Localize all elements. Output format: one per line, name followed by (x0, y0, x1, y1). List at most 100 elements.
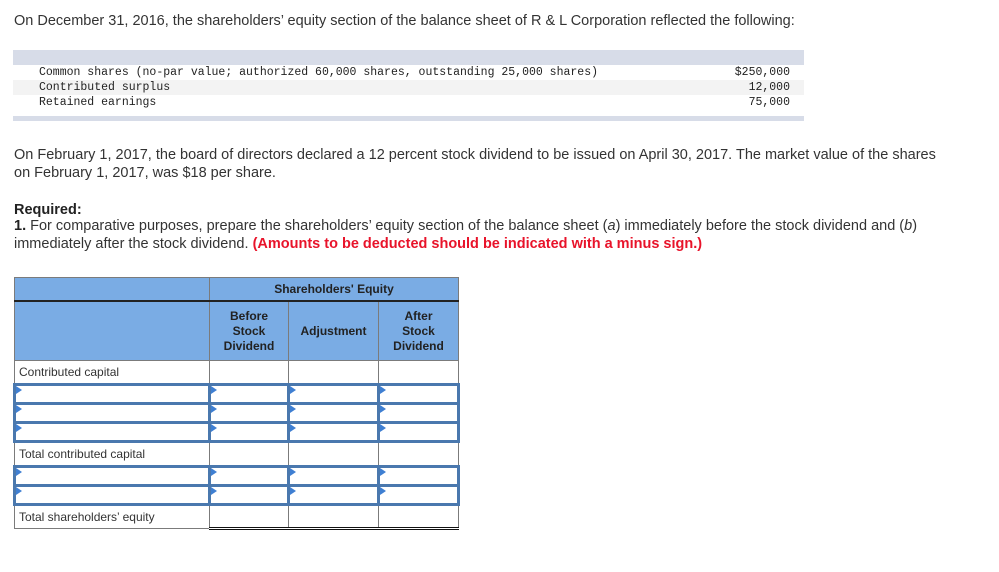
dropdown-marker-icon (16, 405, 22, 413)
before-amount-input[interactable] (211, 468, 287, 484)
after-amount-input[interactable] (380, 386, 457, 402)
part-b: b (904, 218, 913, 234)
table-row (13, 402, 460, 424)
adjustment-amount-cell[interactable] (287, 421, 380, 443)
input-marker-icon (380, 405, 386, 413)
after-amount-input[interactable] (380, 468, 457, 484)
after-amount-input[interactable] (380, 405, 457, 421)
table-bottom-band (13, 116, 804, 121)
dropdown-marker-icon (16, 424, 22, 432)
account-dropdown[interactable] (13, 421, 211, 443)
input-marker-icon (211, 487, 217, 495)
before-amount-input[interactable] (211, 424, 287, 440)
account-dropdown[interactable] (13, 402, 211, 424)
col-header-after: After Stock Dividend (378, 300, 459, 361)
adjustment-amount-cell[interactable] (287, 383, 380, 405)
group-header: Shareholders' Equity (209, 277, 459, 302)
intro-text: On December 31, 2016, the shareholders’ … (14, 13, 795, 29)
input-marker-icon (290, 405, 296, 413)
input-marker-icon (211, 405, 217, 413)
adjustment-amount-input[interactable] (290, 487, 377, 503)
before-amount-cell[interactable] (208, 465, 290, 487)
account-input[interactable] (16, 424, 208, 440)
input-marker-icon (290, 386, 296, 394)
account-input[interactable] (16, 405, 208, 421)
total-cell (209, 440, 289, 467)
question-text: For comparative purposes, prepare the sh… (26, 218, 608, 234)
row-label-total-contributed-capital: Total contributed capital (14, 441, 210, 467)
adjustment-amount-cell[interactable] (287, 484, 380, 506)
adjustment-amount-input[interactable] (290, 468, 377, 484)
dropdown-marker-icon (16, 487, 22, 495)
input-marker-icon (290, 468, 296, 476)
account-dropdown[interactable] (13, 465, 211, 487)
given-row-label: Common shares (no-par value; authorized … (39, 66, 598, 79)
adjustment-amount-input[interactable] (290, 424, 377, 440)
empty-cell (288, 360, 379, 385)
equity-worksheet: Shareholders' Equity Before Stock Divide… (13, 277, 460, 530)
label-header-blank (14, 277, 210, 302)
table-row: Contributed capital (14, 360, 459, 385)
table-row: Total shareholders’ equity (14, 503, 459, 530)
input-marker-icon (380, 424, 386, 432)
input-marker-icon (211, 386, 217, 394)
after-amount-cell[interactable] (377, 484, 460, 506)
question-text: ) immediately before the stock dividend … (615, 218, 905, 234)
input-marker-icon (290, 424, 296, 432)
before-amount-input[interactable] (211, 487, 287, 503)
before-amount-input[interactable] (211, 405, 287, 421)
total-cell (378, 503, 459, 530)
row-label-total-shareholders-equity: Total shareholders’ equity (14, 504, 210, 529)
after-amount-cell[interactable] (377, 402, 460, 424)
given-row-label: Retained earnings (39, 96, 157, 109)
adjustment-amount-input[interactable] (290, 405, 377, 421)
total-cell (288, 503, 379, 530)
account-dropdown[interactable] (13, 484, 211, 506)
before-amount-cell[interactable] (208, 421, 290, 443)
account-dropdown[interactable] (13, 383, 211, 405)
table-row (13, 465, 460, 487)
input-marker-icon (211, 424, 217, 432)
minus-sign-instruction: (Amounts to be deducted should be indica… (252, 236, 703, 252)
table-row: Total contributed capital (14, 440, 459, 467)
after-amount-cell[interactable] (377, 465, 460, 487)
input-marker-icon (290, 487, 296, 495)
table-row (13, 484, 460, 506)
before-amount-input[interactable] (211, 386, 287, 402)
given-row: Contributed surplus 12,000 (13, 80, 804, 95)
account-input[interactable] (16, 487, 208, 503)
input-marker-icon (380, 468, 386, 476)
part-a: a (607, 218, 616, 234)
given-row-value: 75,000 (748, 96, 790, 109)
account-input[interactable] (16, 386, 208, 402)
row-label-contributed-capital: Contributed capital (14, 360, 210, 385)
given-row-label: Contributed surplus (39, 81, 171, 94)
label-header-blank (14, 300, 210, 361)
given-row: Retained earnings 75,000 (13, 95, 804, 110)
dropdown-marker-icon (16, 386, 22, 394)
before-amount-cell[interactable] (208, 402, 290, 424)
after-amount-input[interactable] (380, 487, 457, 503)
after-amount-cell[interactable] (377, 421, 460, 443)
required-text: 1. For comparative purposes, prepare the… (14, 217, 954, 253)
col-header-adjustment: Adjustment (288, 300, 379, 361)
col-header-before: Before Stock Dividend (209, 300, 289, 361)
empty-cell (378, 360, 459, 385)
question-number: 1. (14, 218, 27, 234)
table-top-band (13, 50, 804, 65)
total-cell (209, 503, 289, 530)
after-amount-input[interactable] (380, 424, 457, 440)
adjustment-amount-input[interactable] (290, 386, 377, 402)
dividend-paragraph: On February 1, 2017, the board of direct… (14, 147, 936, 181)
before-amount-cell[interactable] (208, 383, 290, 405)
adjustment-amount-cell[interactable] (287, 465, 380, 487)
given-row-value: 12,000 (748, 81, 790, 94)
after-amount-cell[interactable] (377, 383, 460, 405)
total-cell (288, 440, 379, 467)
before-amount-cell[interactable] (208, 484, 290, 506)
dropdown-marker-icon (16, 468, 22, 476)
input-marker-icon (380, 386, 386, 394)
input-marker-icon (380, 487, 386, 495)
account-input[interactable] (16, 468, 208, 484)
adjustment-amount-cell[interactable] (287, 402, 380, 424)
